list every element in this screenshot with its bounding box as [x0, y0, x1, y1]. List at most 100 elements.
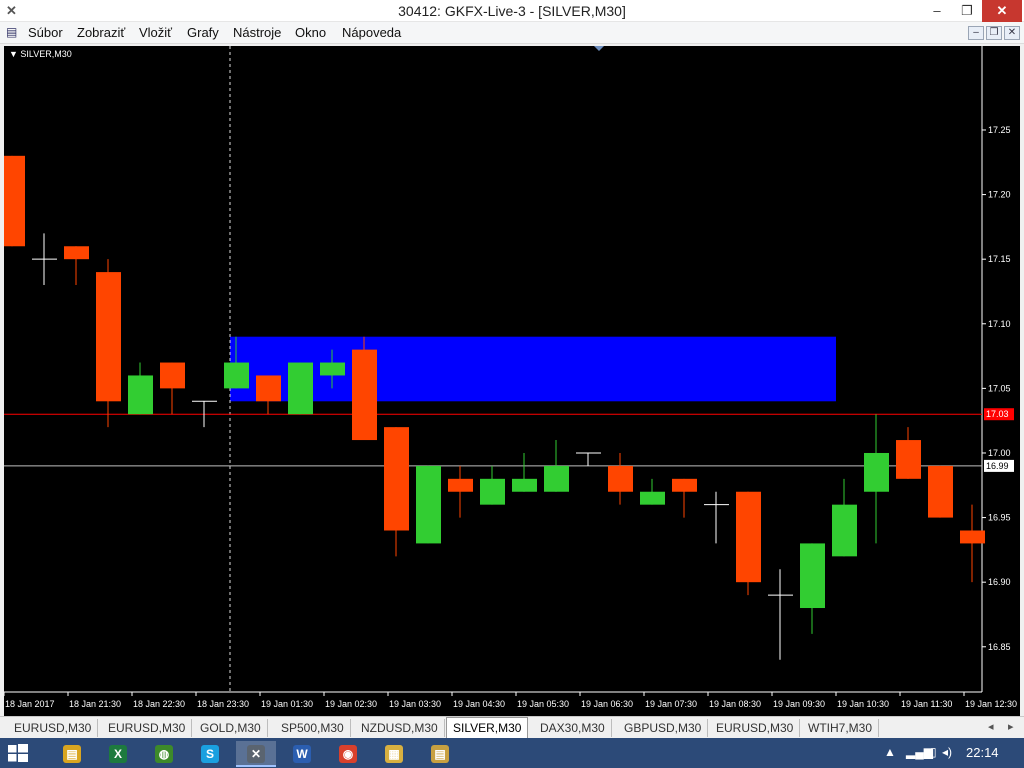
- tab-scroll-right-icon[interactable]: ▸: [1008, 720, 1014, 733]
- x-tick-label: 19 Jan 12:30: [965, 699, 1017, 709]
- menu-insert[interactable]: Vložiť: [139, 25, 172, 40]
- chart-shift-icon: [594, 46, 604, 51]
- candle-body: [896, 440, 921, 479]
- menu-window[interactable]: Okno: [295, 25, 326, 40]
- candle-body: [480, 478, 505, 505]
- x-tick-label: 19 Jan 10:30: [837, 699, 889, 709]
- candle-body: [448, 478, 473, 492]
- word-icon: W: [293, 745, 311, 763]
- metatrader-icon: ✕: [247, 745, 265, 763]
- candle-body: [224, 362, 249, 389]
- price-chart[interactable]: 17.25 17.20 17.15 17.10 17.05 17.00 16.95 16.90…: [4, 46, 1020, 716]
- candle-body: [544, 465, 569, 492]
- candle-body: [4, 155, 25, 247]
- x-tick-label: 19 Jan 05:30: [517, 699, 569, 709]
- mdi-minimize-button[interactable]: –: [968, 26, 984, 40]
- taskbar-app-skype-icon[interactable]: S: [190, 741, 230, 767]
- mdi-close-button[interactable]: ✕: [1004, 26, 1020, 40]
- candle-body: [608, 465, 633, 492]
- candle-body: [736, 491, 761, 583]
- menu-help[interactable]: Nápoveda: [342, 25, 401, 40]
- candle-body: [288, 362, 313, 415]
- tray-up-arrow-icon[interactable]: ▲: [884, 745, 896, 759]
- bid-price-label: 16.99: [986, 461, 1009, 471]
- menu-bar: ▤ Súbor Zobraziť Vložiť Grafy Nástroje O…: [0, 22, 1024, 44]
- mdi-app-icon[interactable]: ▤: [6, 25, 17, 39]
- menu-file[interactable]: Súbor: [28, 25, 63, 40]
- y-tick-label: 16.90: [988, 577, 1011, 587]
- tab-chart-1[interactable]: EURUSD,M30: [8, 719, 99, 737]
- candle-body: [512, 478, 537, 492]
- skype-icon: S: [201, 745, 219, 763]
- mdi-restore-button[interactable]: ❐: [986, 26, 1002, 40]
- tab-chart-3[interactable]: GOLD,M30: [194, 719, 268, 737]
- taskbar-app-word-icon[interactable]: W: [282, 741, 322, 767]
- y-tick-label: 17.00: [988, 448, 1011, 458]
- tab-chart-10[interactable]: WTIH7,M30: [802, 719, 880, 737]
- chart-tabs: EURUSD,M30 EURUSD,M30 GOLD,M30 SP500,M30…: [0, 716, 1024, 738]
- chart-canvas[interactable]: 17.25 17.20 17.15 17.10 17.05 17.00 16.95 16.90…: [4, 46, 1020, 716]
- taskbar-app-chrome-icon[interactable]: ◉: [328, 741, 368, 767]
- x-tick-label: 19 Jan 08:30: [709, 699, 761, 709]
- taskbar-app-globe-icon[interactable]: ◍: [144, 741, 184, 767]
- explorer-icon: ▦: [385, 745, 403, 763]
- x-tick-label: 19 Jan 11:30: [901, 699, 952, 709]
- taskbar-app-app-icon[interactable]: ▤: [420, 741, 460, 767]
- level-price-label: 17.03: [986, 409, 1009, 419]
- x-tick-label: 19 Jan 09:30: [773, 699, 825, 709]
- minimize-button[interactable]: –: [922, 0, 952, 22]
- restore-button[interactable]: ❐: [952, 0, 982, 22]
- signal-icon[interactable]: ▂▄▆: [906, 745, 933, 759]
- tab-chart-9[interactable]: EURUSD,M30: [710, 719, 801, 737]
- tab-chart-8[interactable]: GBPUSD,M30: [618, 719, 709, 737]
- excel-icon: X: [109, 745, 127, 763]
- y-tick-label: 17.15: [988, 254, 1011, 264]
- tab-chart-2[interactable]: EURUSD,M30: [102, 719, 193, 737]
- taskbar-app-folder-icon[interactable]: ▤: [52, 741, 92, 767]
- y-tick-label: 16.85: [988, 642, 1011, 652]
- candle-body: [672, 478, 697, 492]
- candle-body: [928, 465, 953, 518]
- candle-body: [640, 491, 665, 505]
- candle-body: [864, 452, 889, 492]
- taskbar-app-metatrader-icon[interactable]: ✕: [236, 741, 276, 767]
- window-title: 30412: GKFX-Live-3 - [SILVER,M30]: [398, 3, 626, 19]
- candle-body: [800, 543, 825, 609]
- candle-body: [320, 362, 345, 376]
- tab-chart-5[interactable]: NZDUSD,M30: [355, 719, 445, 737]
- candle-body: [416, 465, 441, 544]
- candle-body: [384, 427, 409, 531]
- candle-body: [160, 362, 185, 389]
- menu-view[interactable]: Zobraziť: [77, 25, 125, 40]
- y-tick-label: 17.05: [988, 383, 1011, 393]
- taskbar-app-excel-icon[interactable]: X: [98, 741, 138, 767]
- volume-icon[interactable]: ◂): [942, 745, 952, 759]
- close-button[interactable]: ✕: [982, 0, 1022, 22]
- y-tick-label: 17.10: [988, 319, 1011, 329]
- tab-chart-6[interactable]: SILVER,M30: [446, 717, 529, 738]
- y-tick-label: 17.20: [988, 190, 1011, 200]
- candle-body: [128, 375, 153, 415]
- tab-chart-7[interactable]: DAX30,M30: [534, 719, 612, 737]
- menu-tools[interactable]: Nástroje: [233, 25, 281, 40]
- folder-icon: ▤: [63, 745, 81, 763]
- candle-body: [64, 246, 89, 260]
- title-bar: ✕ 30412: GKFX-Live-3 - [SILVER,M30] – ❐ …: [0, 0, 1024, 22]
- taskbar-app-explorer-icon[interactable]: ▦: [374, 741, 414, 767]
- candle-body: [832, 504, 857, 557]
- x-tick-label: 18 Jan 2017: [5, 699, 55, 709]
- y-tick-label: 16.95: [988, 513, 1011, 523]
- x-tick-label: 19 Jan 06:30: [581, 699, 633, 709]
- globe-icon: ◍: [155, 745, 173, 763]
- tab-scroll-left-icon[interactable]: ◂: [988, 720, 994, 733]
- taskbar: ▤ X ◍ S ✕ W ◉ ▦ ▤ ▲ ▂▄▆ ▯ ◂) 22:14: [0, 738, 1024, 768]
- x-tick-label: 18 Jan 23:30: [197, 699, 249, 709]
- windows-start-icon[interactable]: [8, 744, 28, 762]
- menu-charts[interactable]: Grafy: [187, 25, 219, 40]
- battery-icon[interactable]: ▯: [930, 745, 937, 759]
- candle-body: [256, 375, 281, 402]
- clock[interactable]: 22:14: [966, 745, 999, 760]
- y-tick-label: 17.25: [988, 125, 1011, 135]
- candle-body: [352, 349, 377, 441]
- tab-chart-4[interactable]: SP500,M30: [275, 719, 351, 737]
